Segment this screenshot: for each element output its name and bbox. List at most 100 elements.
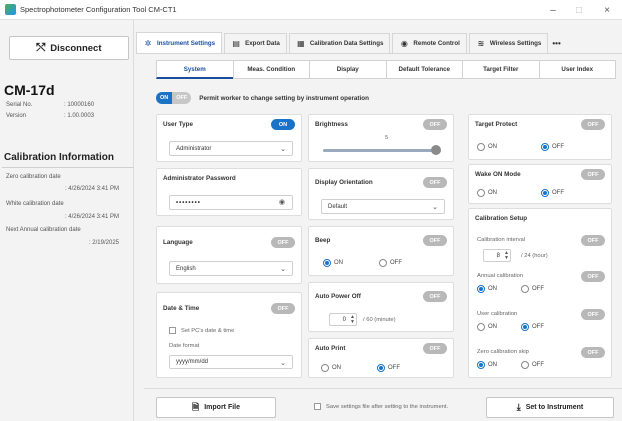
wake-on-mode-off-radio[interactable]: OFF — [541, 189, 564, 197]
auto-print-on-radio[interactable]: ON — [321, 364, 341, 372]
minimize-button[interactable]: – — [540, 0, 566, 20]
beep-card: Beep OFF ON OFF — [308, 226, 454, 276]
subtab-meas-condition[interactable]: Meas. Condition — [232, 60, 309, 79]
chevron-down-icon: ⌄ — [432, 204, 438, 211]
auto-print-title: Auto Print — [315, 345, 346, 352]
zero-calibration-skip-on-label: ON — [488, 362, 497, 368]
tab-wireless-settings[interactable]: ≋ Wireless Settings — [468, 33, 549, 53]
tab-instrument-settings[interactable]: ✲ Instrument Settings — [136, 32, 223, 53]
beep-off-radio[interactable]: OFF — [379, 259, 402, 267]
user-calibration-on-radio[interactable]: ON — [477, 323, 497, 331]
radio-dot — [323, 259, 331, 267]
radio-dot — [521, 323, 529, 331]
brightness-slider-handle[interactable] — [431, 145, 441, 155]
language-card: Language OFF English ⌄ — [156, 226, 302, 284]
more-tabs-button[interactable]: ••• — [550, 33, 562, 53]
subtab-user-index[interactable]: User Index — [538, 60, 616, 79]
tab-export-data[interactable]: ▤ Export Data — [224, 33, 287, 53]
radio-dot — [521, 285, 529, 293]
stepper-arrows-icon[interactable]: ▲ ▼ — [504, 251, 509, 261]
eye-icon[interactable]: ◉ — [279, 198, 286, 206]
zero-calibration-skip-toggle[interactable]: OFF — [581, 347, 605, 358]
display-orientation-select[interactable]: Default ⌄ — [321, 199, 445, 214]
version-label: Version — [6, 113, 27, 119]
document-icon: ▤ — [232, 39, 240, 48]
date-format-label: Date format — [169, 343, 200, 349]
beep-toggle[interactable]: OFF — [423, 235, 447, 246]
serial-value: : 10000160 — [64, 102, 95, 108]
admin-password-card: Administrator Password •••••••• ◉ — [156, 168, 302, 216]
import-file-icon: 🗎 — [191, 401, 200, 412]
auto-print-on-label: ON — [332, 365, 341, 371]
wifi-icon: ≋ — [477, 39, 485, 48]
auto-power-off-stepper[interactable]: 0 ▲ ▼ — [329, 313, 357, 326]
admin-password-field[interactable]: •••••••• ◉ — [169, 195, 293, 210]
auto-print-off-label: OFF — [388, 365, 400, 371]
permit-toggle[interactable]: ON OFF — [156, 92, 192, 104]
radio-dot — [377, 364, 385, 372]
user-type-select[interactable]: Administrator ⌄ — [169, 141, 293, 156]
user-calibration-toggle[interactable]: OFF — [581, 309, 605, 320]
calibration-interval-stepper[interactable]: 8 ▲ ▼ — [483, 249, 511, 262]
language-title: Language — [163, 239, 193, 246]
wake-on-mode-toggle[interactable]: OFF — [581, 169, 605, 180]
close-button[interactable]: × — [594, 0, 620, 20]
display-orientation-toggle[interactable]: OFF — [423, 177, 447, 188]
brightness-slider-track[interactable] — [323, 149, 439, 152]
checkbox[interactable] — [314, 403, 321, 410]
permit-label: Permit worker to change setting by instr… — [199, 94, 369, 102]
zero-calibration-skip-on-radio[interactable]: ON — [477, 361, 497, 369]
calibration-setup-card: Calibration Setup Calibration interval O… — [468, 208, 612, 378]
tab-label: Instrument Settings — [157, 39, 216, 47]
checkbox[interactable] — [169, 327, 176, 334]
import-file-button[interactable]: 🗎 Import File — [156, 397, 276, 418]
user-calibration-off-radio[interactable]: OFF — [521, 323, 544, 331]
auto-print-off-radio[interactable]: OFF — [377, 364, 400, 372]
language-value: English — [176, 265, 196, 272]
chevron-down-icon: ⌄ — [280, 266, 286, 273]
tab-calibration-data-settings[interactable]: ▦ Calibration Data Settings — [288, 33, 391, 53]
target-protect-off-radio[interactable]: OFF — [541, 143, 564, 151]
bottom-bar: 🗎 Import File Save settings file after s… — [144, 388, 622, 421]
date-format-select[interactable]: yyyy/mm/dd ⌄ — [169, 355, 293, 369]
user-calibration-on-label: ON — [488, 324, 497, 330]
remote-icon: ◉ — [400, 39, 408, 48]
target-protect-toggle[interactable]: OFF — [581, 119, 605, 130]
set-to-instrument-button[interactable]: ⤓ Set to Instrument — [486, 397, 614, 418]
title-bar: Spectrophotometer Configuration Tool CM-… — [0, 0, 622, 20]
beep-on-radio[interactable]: ON — [323, 259, 343, 267]
auto-power-off-card: Auto Power Off OFF 0 ▲ ▼ / 60 (minute) — [308, 282, 454, 332]
date-time-toggle[interactable]: OFF — [271, 303, 295, 314]
zero-calibration-skip-off-radio[interactable]: OFF — [521, 361, 544, 369]
subtab-default-tolerance[interactable]: Default Tolerance — [385, 60, 462, 79]
calibration-interval-toggle[interactable]: OFF — [581, 235, 605, 246]
save-settings-label: Save settings file after setting to the … — [326, 403, 449, 410]
set-pc-date-checkbox[interactable]: Set PC's date & time — [169, 327, 234, 334]
annual-calibration-toggle[interactable]: OFF — [581, 271, 605, 282]
subtab-system[interactable]: System — [156, 60, 233, 79]
user-type-toggle[interactable]: ON — [271, 119, 295, 130]
tab-label: Export Data — [245, 40, 280, 47]
annual-calibration-on-radio[interactable]: ON — [477, 285, 497, 293]
disconnect-button[interactable]: ⤲ Disconnect — [9, 36, 129, 60]
language-select[interactable]: English ⌄ — [169, 261, 293, 276]
language-toggle[interactable]: OFF — [271, 237, 295, 248]
zero-cal-value: : 4/26/2024 3:41 PM — [64, 186, 119, 192]
wake-on-mode-on-radio[interactable]: ON — [477, 189, 497, 197]
maximize-button[interactable]: □ — [566, 0, 592, 20]
annual-calibration-off-radio[interactable]: OFF — [521, 285, 544, 293]
subtab-target-filter[interactable]: Target Filter — [462, 60, 539, 79]
brightness-toggle[interactable]: OFF — [423, 119, 447, 130]
stepper-arrows-icon[interactable]: ▲ ▼ — [350, 315, 355, 325]
calibration-setup-title: Calibration Setup — [475, 215, 528, 222]
auto-power-off-toggle[interactable]: OFF — [423, 291, 447, 302]
save-settings-checkbox[interactable]: Save settings file after setting to the … — [314, 403, 448, 410]
beep-on-label: ON — [334, 260, 343, 266]
model-name: CM-17d — [4, 82, 55, 98]
subtab-display[interactable]: Display — [309, 60, 386, 79]
target-protect-on-radio[interactable]: ON — [477, 143, 497, 151]
tab-remote-control[interactable]: ◉ Remote Control — [392, 33, 467, 53]
auto-print-toggle[interactable]: OFF — [423, 343, 447, 354]
calibration-interval-label: Calibration interval — [477, 237, 526, 243]
brightness-value: 5 — [385, 135, 389, 141]
